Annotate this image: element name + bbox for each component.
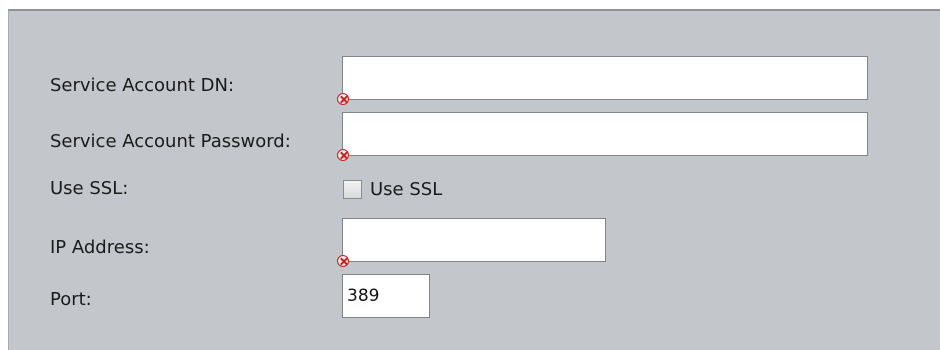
service-account-dn-label: Service Account DN: [50, 75, 235, 96]
ip-address-label: IP Address: [50, 237, 150, 258]
validation-error-icon [337, 149, 349, 161]
port-label: Port: [50, 289, 92, 310]
use-ssl-checkbox-label[interactable]: Use SSL [370, 179, 442, 200]
ip-address-input[interactable] [342, 218, 606, 262]
use-ssl-label: Use SSL: [50, 178, 129, 199]
validation-error-icon [337, 93, 349, 105]
settings-form-panel: Service Account DN: Service Account Pass… [8, 9, 940, 350]
port-input[interactable] [342, 274, 430, 318]
service-account-password-label: Service Account Password: [50, 131, 291, 152]
use-ssl-checkbox-control[interactable]: Use SSL [343, 179, 442, 200]
service-account-dn-input[interactable] [342, 56, 868, 100]
validation-error-icon [337, 255, 349, 267]
use-ssl-checkbox[interactable] [343, 180, 362, 199]
service-account-password-input[interactable] [342, 112, 868, 156]
